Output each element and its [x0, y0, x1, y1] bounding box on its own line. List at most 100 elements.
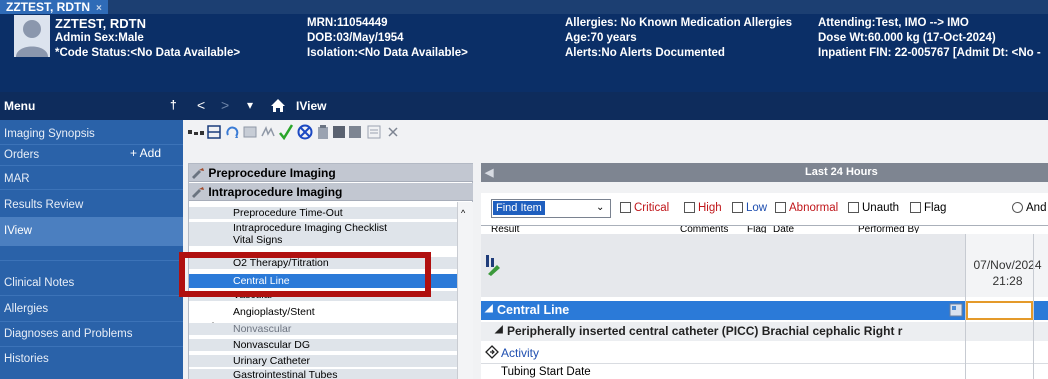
menu-item-imaging-synopsis[interactable]: Imaging Synopsis — [0, 128, 183, 140]
flag-filter[interactable]: Flag — [910, 202, 946, 214]
checkbox[interactable] — [775, 202, 786, 213]
age: Age:70 years — [565, 32, 637, 44]
column-comments[interactable]: Comments — [680, 226, 728, 233]
column-flag[interactable]: Flag — [747, 226, 766, 233]
patient-tab-title: ZZTEST, RDTN — [6, 0, 90, 14]
clipboard-icon[interactable] — [317, 125, 329, 139]
checkbox[interactable] — [620, 202, 631, 213]
activity-row[interactable]: Activity — [481, 342, 1048, 363]
forward-button[interactable]: > — [221, 97, 229, 113]
block-icon-1[interactable] — [333, 126, 345, 138]
find-item-dropdown[interactable]: Find Item ⌄ — [491, 199, 611, 218]
inpatient-fin: Inpatient FIN: 22-005767 [Admit Dt: <No … — [818, 47, 1041, 59]
dynamic-group-icon[interactable] — [949, 303, 963, 317]
sign-checkmark-icon[interactable] — [279, 124, 293, 140]
section-row-central-line[interactable]: ◢ Central Line — [481, 301, 1048, 320]
flowsheet-icon[interactable] — [187, 126, 205, 140]
nav-item-nonvascular[interactable]: Nonvascular — [189, 323, 457, 335]
chart-activity-icon[interactable] — [485, 254, 505, 276]
cancel-icon[interactable] — [297, 124, 313, 140]
note-icon[interactable] — [367, 125, 381, 139]
selected-cell[interactable] — [966, 301, 1033, 320]
grid-icon[interactable] — [207, 125, 221, 139]
menu-item-clinical-notes[interactable]: Clinical Notes — [0, 277, 183, 289]
navigator-scrollbar[interactable]: ^ — [457, 202, 473, 379]
menu-item-diagnoses-and-problems[interactable]: Diagnoses and Problems — [0, 328, 183, 340]
filter-label: Unauth — [862, 202, 900, 214]
history-dropdown[interactable]: ▾ — [247, 98, 253, 112]
menu-item-allergies[interactable]: Allergies — [0, 303, 183, 315]
checkbox[interactable] — [848, 202, 859, 213]
and-radio[interactable]: And — [1012, 202, 1046, 214]
menu-divider — [0, 346, 183, 347]
menu-divider — [0, 165, 183, 166]
column-performed-by[interactable]: Performed By — [858, 226, 919, 233]
block-icon-2[interactable] — [349, 126, 361, 138]
high-filter[interactable]: High — [684, 202, 722, 214]
low-filter[interactable]: Low — [732, 202, 767, 214]
radio-button[interactable] — [1012, 202, 1023, 213]
critical-filter[interactable]: Critical — [620, 202, 669, 214]
menu-item-mar[interactable]: MAR — [0, 173, 183, 185]
date-time-column-header[interactable]: 07/Nov/2024 21:28 — [965, 234, 1048, 297]
section-intraprocedure-imaging[interactable]: Intraprocedure Imaging — [189, 183, 473, 201]
radio-label: And — [1026, 202, 1047, 214]
column-result[interactable]: Result — [491, 226, 519, 233]
column-divider — [1033, 234, 1034, 379]
patient-avatar-icon — [14, 15, 50, 57]
nav-item-vital-signs[interactable]: Vital Signs — [189, 234, 457, 246]
filter-label: Abnormal — [789, 202, 839, 214]
menu-item-histories[interactable]: Histories — [0, 353, 183, 365]
nav-item-urinary-catheter[interactable]: Urinary Catheter — [189, 355, 457, 367]
menu-divider — [0, 295, 183, 296]
row-divider — [481, 363, 1048, 364]
nav-item-nonvascular-dg[interactable]: Nonvascular DG — [189, 339, 457, 351]
unauth-filter[interactable]: Unauth — [848, 202, 899, 214]
nav-item-preprocedure-time-out[interactable]: Preprocedure Time-Out — [189, 207, 457, 219]
back-button[interactable]: < — [197, 97, 205, 113]
collapse-icon[interactable]: ◢ — [495, 324, 503, 335]
tubing-start-date-row[interactable]: Tubing Start Date — [481, 365, 1048, 379]
nav-item-gastrointestinal-tubes[interactable]: Gastrointestinal Tubes — [189, 369, 457, 379]
menu-item-results-review[interactable]: Results Review — [0, 199, 183, 211]
patient-tab-bar — [0, 0, 1048, 14]
add-order-button[interactable]: + Add — [130, 146, 161, 160]
results-grid: Result Comments Flag Date Performed By 0… — [481, 225, 1048, 379]
scroll-up-icon[interactable]: ^ — [461, 208, 465, 218]
delete-icon[interactable] — [387, 126, 399, 138]
column-header-row: Result Comments Flag Date Performed By — [481, 225, 1048, 233]
abnormal-filter[interactable]: Abnormal — [775, 202, 838, 214]
attending: Attending:Test, IMO --> IMO — [818, 17, 969, 29]
checkbox[interactable] — [910, 202, 921, 213]
admin-sex: Admin Sex:Male — [55, 32, 144, 44]
pin-icon[interactable]: † — [170, 98, 177, 112]
checkbox[interactable] — [684, 202, 695, 213]
activity-label: Activity — [501, 346, 540, 360]
dose-weight: Dose Wt:60.000 kg (17-Oct-2024) — [818, 32, 996, 44]
filter-label: Critical — [634, 202, 670, 214]
patient-tab[interactable]: ZZTEST, RDTN × — [0, 0, 108, 14]
signature-icon[interactable] — [261, 125, 275, 139]
nav-item-angioplasty-stent[interactable]: Angioplasty/Stent — [189, 306, 457, 318]
column-date[interactable]: Date — [773, 226, 794, 233]
menu-divider — [0, 189, 183, 190]
subsection-row-picc[interactable]: ◢ Peripherally inserted central catheter… — [481, 322, 1048, 341]
iview-toolbar — [187, 122, 487, 144]
collapse-icon[interactable]: ◢ — [485, 303, 493, 314]
time-range-label: Last 24 Hours — [805, 166, 878, 178]
menu-item-iview[interactable]: IView — [0, 217, 183, 246]
view-table-icon[interactable] — [243, 125, 257, 139]
refresh-icon[interactable] — [225, 125, 239, 139]
scroll-left-icon[interactable]: ◀ — [485, 166, 493, 179]
time-range-header: ◀ Last 24 Hours — [481, 163, 1048, 182]
filter-label: Low — [746, 202, 768, 214]
dob: DOB:03/May/1954 — [307, 32, 404, 44]
section-preprocedure-imaging[interactable]: Preprocedure Imaging — [189, 164, 473, 182]
patient-name: ZZTEST, RDTN — [55, 16, 146, 31]
nav-item-intraprocedure-imaging-checklist[interactable]: Intraprocedure Imaging Checklist — [189, 222, 457, 234]
section-label: Intraprocedure Imaging — [208, 185, 343, 199]
find-item-label: Find Item — [493, 201, 545, 215]
isolation: Isolation:<No Data Available> — [307, 47, 468, 59]
checkbox[interactable] — [732, 202, 743, 213]
home-icon[interactable] — [270, 98, 286, 113]
